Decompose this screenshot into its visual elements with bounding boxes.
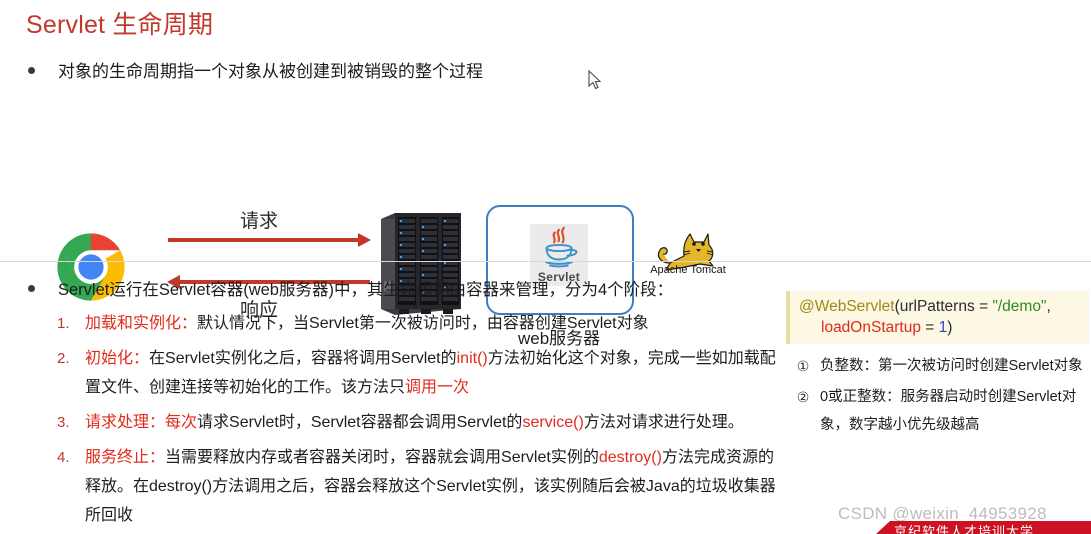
step-number: 2.	[57, 350, 70, 367]
step-number: 4.	[57, 449, 70, 466]
step-text-plain: 请求Servlet时，Servlet容器都会调用Servlet的	[197, 414, 523, 431]
request-arrow-line	[168, 238, 360, 242]
lifecycle-step: 2. 初始化：在Servlet实例化之后，容器将调用Servlet的init()方…	[57, 344, 787, 402]
step-text-highlight: 请求处理：	[85, 414, 166, 431]
step-text-highlight: 加载和实例化：	[85, 315, 198, 332]
main-bullet-item: Servlet运行在Servlet容器(web服务器)中，其生命周期由容器来管理…	[28, 276, 673, 300]
step-text-highlight: destroy()	[598, 449, 662, 466]
step-text-plain: 默认情况下，当Servlet第一次被访问时，由容器创建Servlet对象	[197, 315, 649, 332]
request-label: 请求	[240, 211, 279, 232]
step-text: 初始化：在Servlet实例化之后，容器将调用Servlet的init()方法初…	[85, 344, 787, 402]
main-bullet-text: Servlet运行在Servlet容器(web服务器)中，其生命周期由容器来管理…	[58, 281, 674, 299]
step-text-highlight: 每次	[165, 414, 198, 431]
step-number: 1.	[57, 315, 70, 332]
lifecycle-steps-list: 1. 加载和实例化：默认情况下，当Servlet第一次被访问时，由容器创建Serv…	[57, 309, 787, 534]
note-text: 0或正整数：服务器启动时创建Servlet对象，数字越小优先级越高	[820, 389, 1077, 433]
step-text-plain: 在Servlet实例化之后，容器将调用Servlet的	[149, 350, 457, 367]
step-text: 服务终止：当需要释放内存或者容器关闭时，容器就会调用Servlet实例的dest…	[85, 443, 787, 530]
page-title: Servlet 生命周期	[26, 11, 214, 39]
request-response-diagram: 请求 响应 Servlet web服务器 Apache Tomcat	[0, 98, 1091, 348]
step-text-highlight: init()	[456, 350, 488, 367]
step-text-highlight: 初始化：	[85, 350, 150, 367]
webservlet-annotation-code-box: @WebServlet(urlPatterns = "/demo", loadO…	[786, 291, 1089, 344]
note-text: 负整数：第一次被访问时创建Servlet对象	[820, 358, 1083, 374]
slide-page: Servlet 生命周期 对象的生命周期指一个对象从被创建到被销毁的整个过程 请…	[0, 0, 1091, 534]
step-text: 加载和实例化：默认情况下，当Servlet第一次被访问时，由容器创建Servle…	[85, 309, 787, 338]
banner-corner-icon	[876, 521, 890, 534]
note-item: ② 0或正整数：服务器启动时创建Servlet对象，数字越小优先级越高	[786, 383, 1091, 439]
request-arrow-head-icon	[358, 233, 371, 247]
red-banner-text: 京纪软件人才培训大学	[894, 524, 1035, 534]
code-line-2: loadOnStartup = 1)	[799, 317, 1083, 338]
code-token-num: 1	[938, 319, 948, 336]
section-divider	[0, 261, 1091, 262]
top-bullet-text: 对象的生命周期指一个对象从被创建到被销毁的整个过程	[58, 62, 483, 81]
server-rack-icon	[381, 213, 461, 315]
step-number: 3.	[57, 414, 70, 431]
step-text-highlight: service()	[522, 414, 584, 431]
lifecycle-step: 3. 请求处理：每次请求Servlet时，Servlet容器都会调用Servlet…	[57, 408, 787, 437]
bullet-dot-icon	[28, 285, 35, 292]
code-token-pln: ,	[1046, 298, 1051, 315]
mouse-cursor-icon	[588, 70, 602, 90]
step-text-highlight: 服务终止：	[85, 449, 166, 466]
loadonstartup-notes-list: ① 负整数：第一次被访问时创建Servlet对象 ② 0或正整数：服务器启动时创建Se…	[786, 352, 1091, 442]
red-banner: 京纪软件人才培训大学	[876, 521, 1091, 534]
step-text: 请求处理：每次请求Servlet时，Servlet容器都会调用Servlet的s…	[85, 408, 787, 437]
code-line-1: @WebServlet(urlPatterns = "/demo",	[799, 296, 1083, 317]
step-text-plain: 方法对请求进行处理。	[583, 414, 744, 431]
code-token-pln: (urlPatterns =	[894, 298, 993, 315]
code-token-pln: =	[920, 319, 939, 336]
code-token-fld: loadOnStartup	[821, 319, 921, 336]
code-token-ann: @WebServlet	[799, 298, 895, 315]
top-bullet-item: 对象的生命周期指一个对象从被创建到被销毁的整个过程	[28, 57, 483, 82]
step-text-plain: 当需要释放内存或者容器关闭时，容器就会调用Servlet实例的	[165, 449, 599, 466]
code-token-pln: )	[947, 319, 953, 336]
lifecycle-step: 4. 服务终止：当需要释放内存或者容器关闭时，容器就会调用Servlet实例的de…	[57, 443, 787, 530]
note-number: ①	[796, 358, 810, 374]
bullet-dot-icon	[28, 67, 35, 74]
tomcat-label: Apache Tomcat	[650, 264, 726, 276]
note-number: ②	[796, 389, 810, 405]
code-token-str: "/demo"	[992, 298, 1047, 315]
note-item: ① 负整数：第一次被访问时创建Servlet对象	[786, 352, 1091, 380]
lifecycle-step: 1. 加载和实例化：默认情况下，当Servlet第一次被访问时，由容器创建Serv…	[57, 309, 787, 338]
step-text-highlight: 调用一次	[405, 379, 470, 396]
